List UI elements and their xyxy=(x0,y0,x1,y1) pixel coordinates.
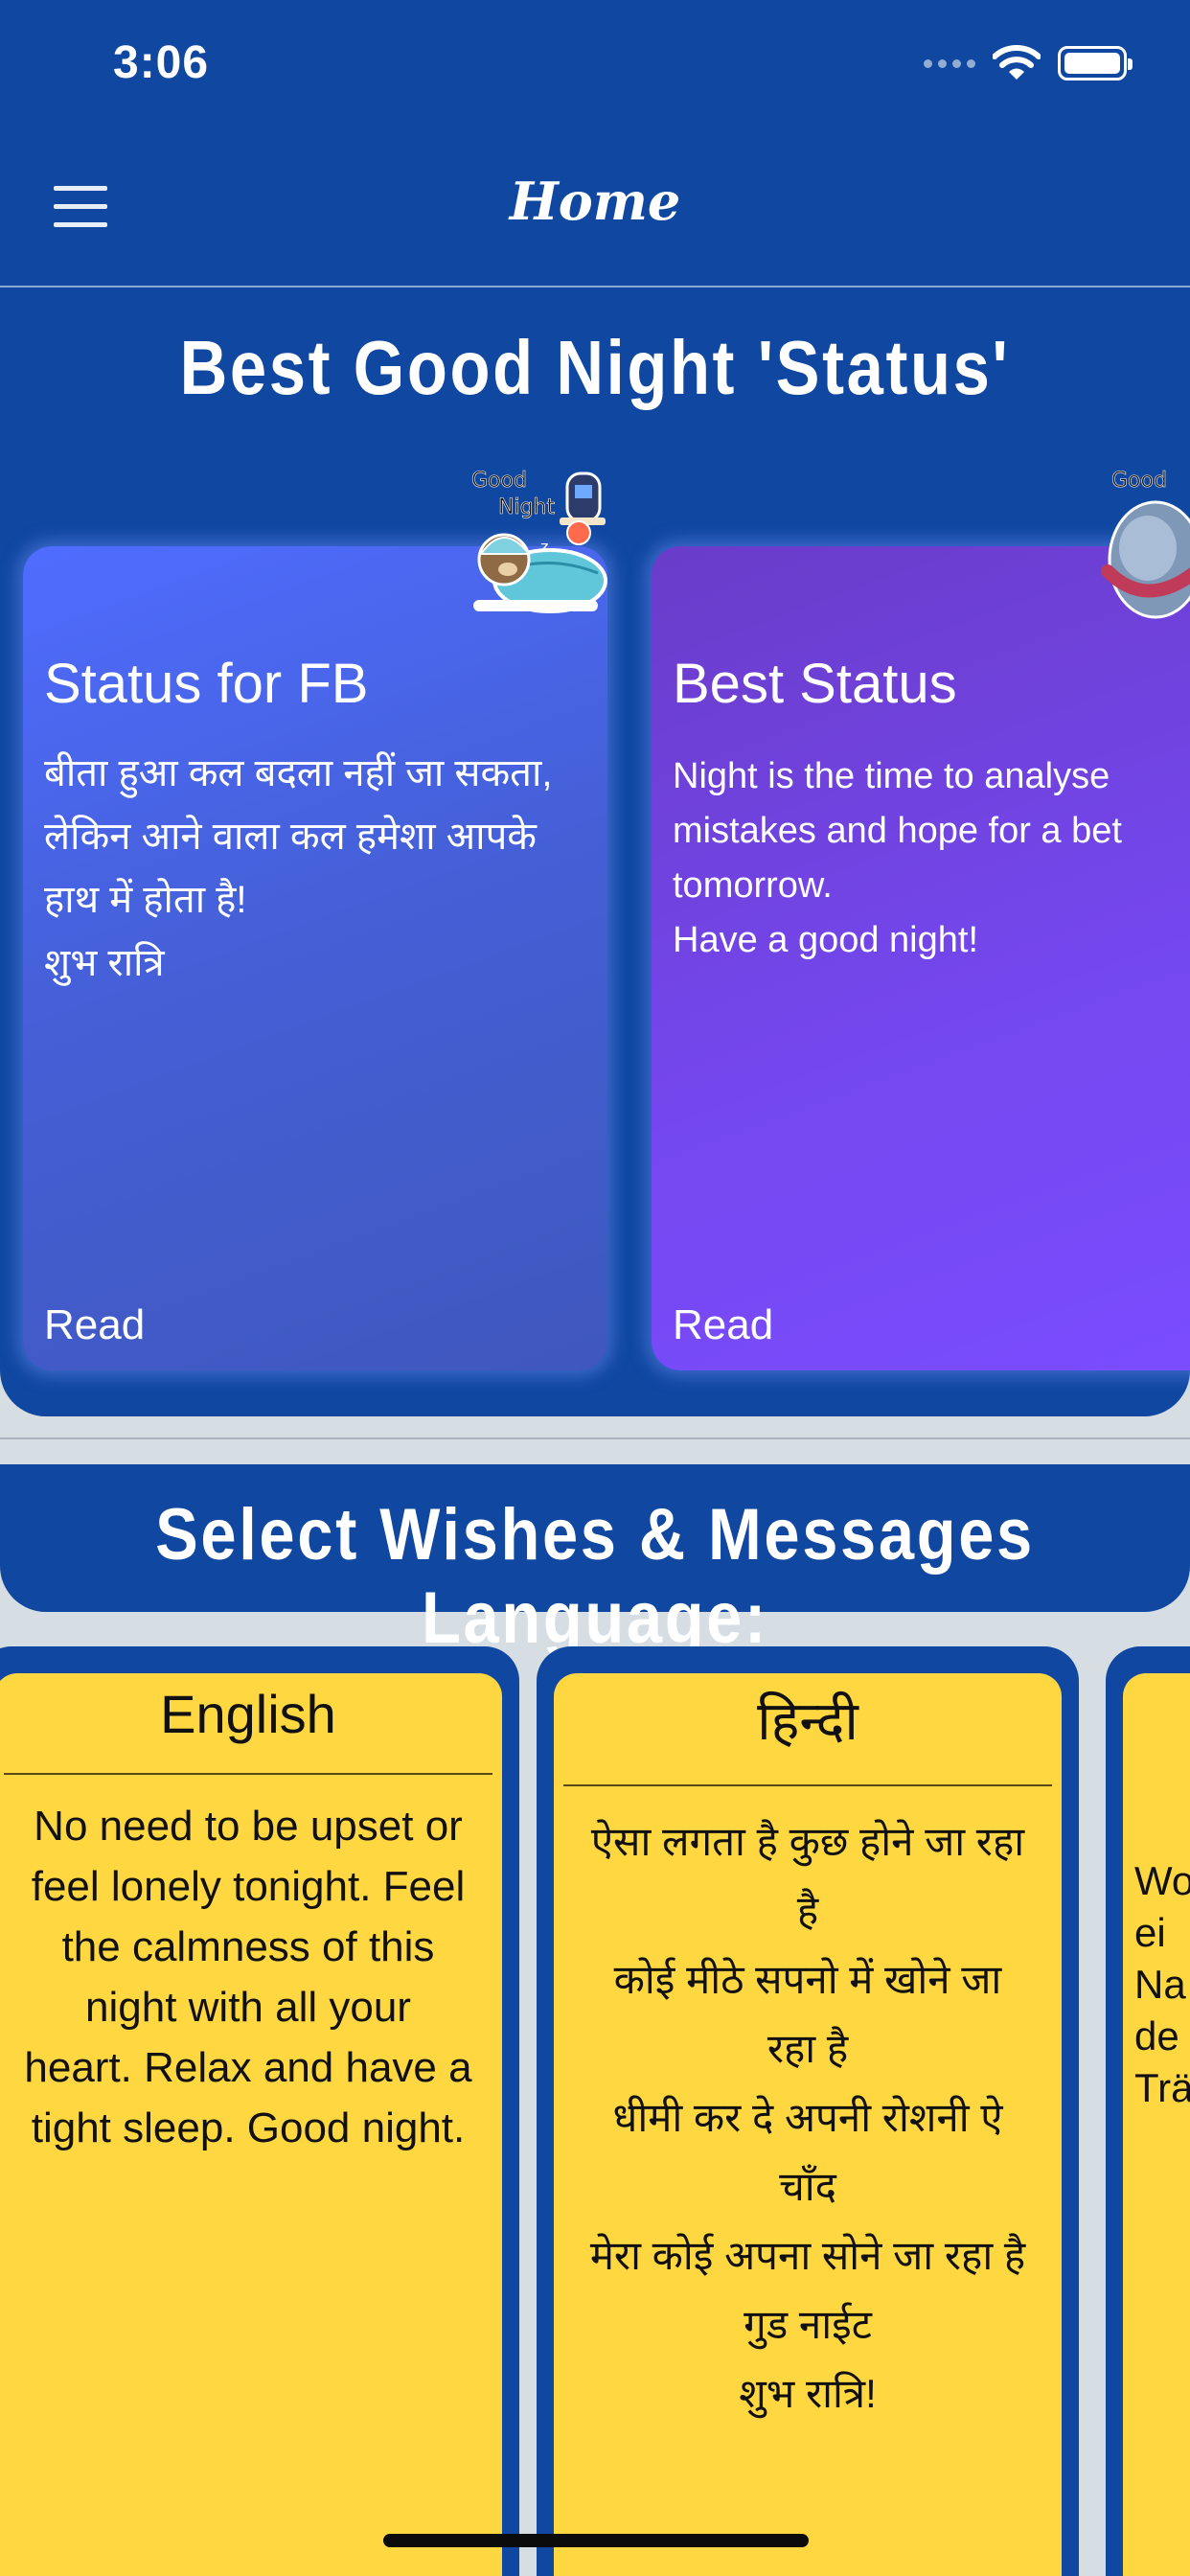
status-card-text: Night is the time to analyse mistakes an… xyxy=(673,756,1122,960)
home-indicator[interactable] xyxy=(383,2534,809,2547)
language-sample-text: Wo ei Na de Trä xyxy=(1134,1858,1190,2110)
home-screen: 3:06 Home Best Good Night 'Status' Good … xyxy=(0,0,1190,2576)
svg-text:Night: Night xyxy=(498,495,555,519)
sleeping-bear-sticker-icon: Good Night z xyxy=(471,469,607,613)
section-divider xyxy=(0,1438,1190,1439)
language-card-body: English No need to be upset or feel lone… xyxy=(0,1673,502,2576)
app-header: 3:06 Home xyxy=(0,0,1190,288)
status-card-best[interactable]: Good Best Status Night is the time to an… xyxy=(652,469,1190,1370)
status-card-title: Status for FB xyxy=(44,653,369,715)
language-card-english[interactable]: English No need to be upset or feel lone… xyxy=(0,1646,519,2576)
page-title: Home xyxy=(509,171,681,232)
language-card-hindi[interactable]: हिन्दी ऐसा लगता है कुछ होने जा रहा है को… xyxy=(537,1646,1079,2576)
language-section-title: Select Wishes & Messages Language: xyxy=(155,1494,1035,1659)
language-sample-text: No need to be upset or feel lonely tonig… xyxy=(24,1803,472,2151)
read-link[interactable]: Read xyxy=(44,1301,145,1349)
status-section: Best Good Night 'Status' Good Night z St… xyxy=(0,288,1190,1416)
language-name: English xyxy=(160,1684,336,1744)
status-card-fb[interactable]: Good Night z Status for FB बीता हुआ कल ब… xyxy=(23,469,607,1370)
language-sample-text: ऐसा लगता है कुछ होने जा रहा है कोई मीठे … xyxy=(589,1819,1026,2416)
language-name: हिन्दी xyxy=(757,1690,858,1751)
status-card-text: बीता हुआ कल बदला नहीं जा सकता, लेकिन आने… xyxy=(44,752,553,984)
read-link[interactable]: Read xyxy=(673,1301,773,1349)
language-card-german[interactable]: Wo ei Na de Trä xyxy=(1106,1646,1190,2576)
language-section-header: Select Wishes & Messages Language: xyxy=(0,1464,1190,1659)
svg-text:Good: Good xyxy=(1111,469,1167,493)
svg-text:z: z xyxy=(540,538,548,556)
language-divider xyxy=(4,1773,492,1775)
svg-text:Good: Good xyxy=(471,469,527,493)
wifi-icon xyxy=(993,45,1041,80)
status-section-title: Best Good Night 'Status' xyxy=(179,325,1011,410)
good-night-cat-sticker-icon: Good xyxy=(1101,469,1190,619)
cellular-signal-icon xyxy=(924,58,975,68)
status-card-title: Best Status xyxy=(673,653,957,715)
language-card-body: हिन्दी ऐसा लगता है कुछ होने जा रहा है को… xyxy=(554,1673,1062,2576)
language-card-body: Wo ei Na de Trä xyxy=(1123,1673,1190,2576)
status-time: 3:06 xyxy=(113,37,210,88)
status-icons xyxy=(924,44,1133,82)
language-divider xyxy=(563,1784,1052,1786)
battery-icon xyxy=(1058,46,1133,80)
